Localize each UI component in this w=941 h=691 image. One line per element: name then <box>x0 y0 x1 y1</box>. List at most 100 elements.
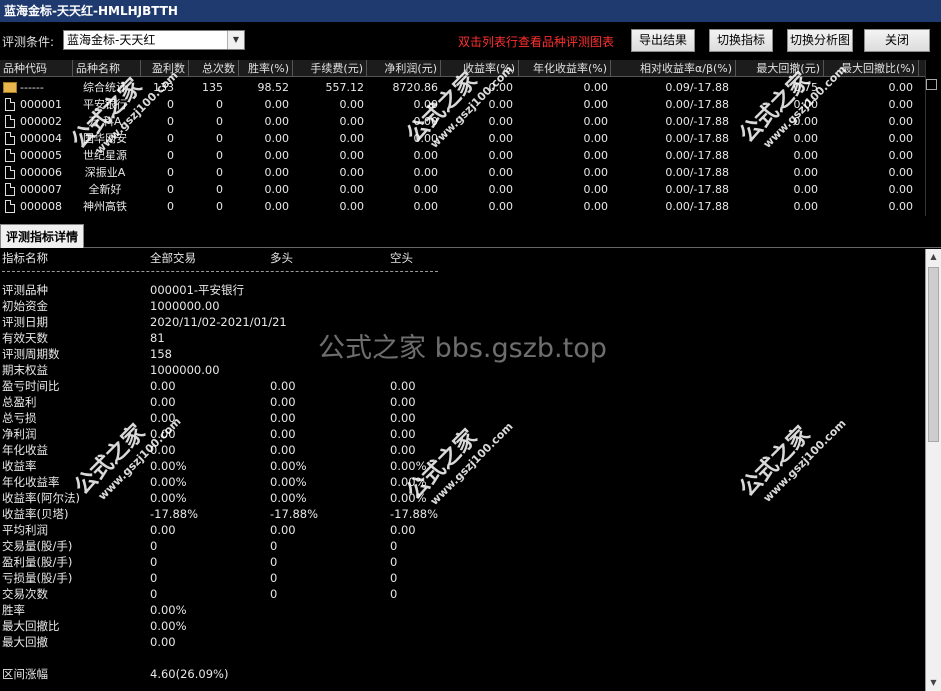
cell-annual: 0.00 <box>583 200 609 213</box>
detail-metric-name: 交易量(股/手) <box>2 539 73 553</box>
cell-relative: 0.00/-17.88 <box>665 115 729 128</box>
tab-bar: 评测指标详情 <box>0 222 941 248</box>
cell-rate: 0.00 <box>264 149 290 162</box>
cell-ret: 0.00 <box>488 183 514 196</box>
detail-value-long: 0.00% <box>270 475 307 489</box>
cell-name: 全新好 <box>88 183 122 196</box>
column-header[interactable]: 品种代码 <box>0 60 73 77</box>
cell-relative: 0.09/-17.88 <box>665 81 729 94</box>
detail-value-all: 0.00% <box>150 459 187 473</box>
scroll-up-icon[interactable]: ▲ <box>926 249 941 265</box>
cell-maxddr: 0.00 <box>888 115 914 128</box>
detail-row: 盈亏时间比 0.00 0.00 0.00 <box>0 378 925 394</box>
window-title: 蓝海金标-天天红-HMLHJBTTH <box>0 0 941 22</box>
cell-fee: 0.00 <box>339 200 365 213</box>
column-header[interactable]: 相对收益率α/β(%) <box>611 60 736 77</box>
detail-metric-name: 交易次数 <box>2 587 48 601</box>
detail-row: 收益率(贝塔) -17.88% -17.88% -17.88% <box>0 506 925 522</box>
cell-rate: 0.00 <box>264 200 290 213</box>
detail-value-all: 0.00% <box>150 619 187 633</box>
column-header[interactable]: 总次数 <box>189 60 239 77</box>
cell-total: 0 <box>216 132 223 145</box>
cell-maxddr: 0.00 <box>888 149 914 162</box>
table-row[interactable]: 000008 神州高铁 0 0 0.00 0.00 0.00 0.00 0.00 0.00/-17… <box>0 198 925 215</box>
detail-row: 收益率(阿尔法) 0.00% 0.00% 0.00% <box>0 490 925 506</box>
cell-maxddr: 0.00 <box>888 200 914 213</box>
detail-value-all: 0 <box>150 555 158 569</box>
column-header[interactable]: 手续费(元) <box>293 60 367 77</box>
scroll-thumb[interactable] <box>928 267 939 442</box>
cell-annual: 0.00 <box>583 98 609 111</box>
cell-maxdd: 0.00 <box>793 183 819 196</box>
detail-value-all: 2020/11/02-2021/01/21 <box>150 315 287 329</box>
cell-rate: 0.00 <box>264 115 290 128</box>
detail-value-long: 0.00 <box>270 395 296 409</box>
grid-corner-checkbox[interactable] <box>926 79 937 90</box>
cell-code: 000002 <box>20 115 62 128</box>
detail-divider <box>2 271 438 272</box>
cell-fee: 557.12 <box>325 81 365 94</box>
chevron-down-icon[interactable]: ▼ <box>227 31 244 49</box>
cell-ret: 0.00 <box>488 166 514 179</box>
condition-select-value: 蓝海金标-天天红 <box>67 33 156 47</box>
cell-rate: 0.00 <box>264 183 290 196</box>
export-button[interactable]: 导出结果 <box>631 29 695 52</box>
cell-fee: 0.00 <box>339 98 365 111</box>
detail-metric-name: 净利润 <box>2 427 37 441</box>
column-header[interactable]: 净利润(元) <box>367 60 441 77</box>
doc-icon <box>5 149 15 162</box>
detail-value-short: 0 <box>390 539 398 553</box>
close-button[interactable]: 关闭 <box>864 29 930 52</box>
detail-metric-name: 平均利润 <box>2 523 48 537</box>
detail-metric-name: 总盈利 <box>2 395 37 409</box>
detail-value-all: 0.00% <box>150 603 187 617</box>
detail-metric-name: 盈亏时间比 <box>2 379 60 393</box>
tab-detail[interactable]: 评测指标详情 <box>0 224 85 248</box>
detail-row: 交易次数 0 0 0 <box>0 586 925 602</box>
cell-code: 000005 <box>20 149 62 162</box>
cell-total: 0 <box>216 149 223 162</box>
detail-value-long: 0.00 <box>270 411 296 425</box>
detail-metric-name: 评测品种 <box>2 283 48 297</box>
detail-metric-name: 盈利量(股/手) <box>2 555 73 569</box>
detail-metric-name: 年化收益率 <box>2 475 60 489</box>
doc-icon <box>5 98 15 111</box>
cell-maxdd: 0.00 <box>793 149 819 162</box>
detail-row: 初始资金 1000000.00 <box>0 298 925 314</box>
column-header[interactable]: 胜率(%) <box>239 60 293 77</box>
detail-header-long: 多头 <box>270 251 293 265</box>
detail-value-long: 0.00% <box>270 459 307 473</box>
detail-value-long: 0 <box>270 539 278 553</box>
cell-fee: 0.00 <box>339 149 365 162</box>
detail-value-all: 0.00 <box>150 635 176 649</box>
doc-icon <box>5 132 15 145</box>
cell-maxdd: 0.00 <box>793 166 819 179</box>
detail-value-short: 0.00 <box>390 427 416 441</box>
detail-value-all: 4.60(26.09%) <box>150 667 229 681</box>
cell-win: 0 <box>167 183 174 196</box>
detail-header-all: 全部交易 <box>150 251 196 265</box>
cell-code: ------ <box>20 81 44 94</box>
detail-row: 最大回撤比 0.00% <box>0 618 925 634</box>
detail-value-long: 0 <box>270 555 278 569</box>
detail-scrollbar[interactable]: ▲ ▼ <box>925 249 941 691</box>
detail-value-all: 1000000.00 <box>150 299 220 313</box>
detail-value-long: 0 <box>270 571 278 585</box>
table-row[interactable]: 000006 深振业A 0 0 0.00 0.00 0.00 0.00 0.00 0.00/-17… <box>0 164 925 181</box>
table-row[interactable]: 000007 全新好 0 0 0.00 0.00 0.00 0.00 0.00 0.00/-17.… <box>0 181 925 198</box>
cell-fee: 0.00 <box>339 183 365 196</box>
table-row[interactable]: 000005 世纪星源 0 0 0.00 0.00 0.00 0.00 0.00 0.00/-17… <box>0 147 925 164</box>
scroll-down-icon[interactable]: ▼ <box>926 675 941 691</box>
switch-indicator-button[interactable]: 切换指标 <box>709 29 773 52</box>
detail-value-short: 0.00 <box>390 395 416 409</box>
detail-value-all: 0.00% <box>150 475 187 489</box>
cell-relative: 0.00/-17.88 <box>665 166 729 179</box>
cell-total: 0 <box>216 200 223 213</box>
cell-annual: 0.00 <box>583 149 609 162</box>
detail-value-all: -17.88% <box>150 507 198 521</box>
detail-metric-name: 亏损量(股/手) <box>2 571 73 585</box>
doc-icon <box>5 166 15 179</box>
column-header[interactable]: 年化收益率(%) <box>519 60 611 77</box>
condition-select[interactable]: 蓝海金标-天天红 ▼ <box>63 30 245 50</box>
detail-metric-name: 区间涨幅 <box>2 667 48 681</box>
